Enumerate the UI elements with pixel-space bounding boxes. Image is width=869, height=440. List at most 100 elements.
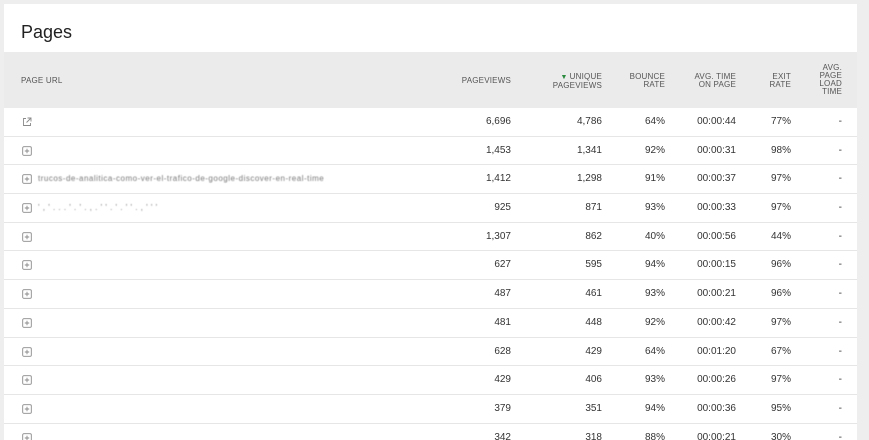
unique-pageviews-cell: 351 — [585, 402, 602, 414]
expand-plus-icon[interactable] — [22, 346, 32, 357]
exit-rate-cell: 96% — [770, 259, 791, 271]
avg-page-load-time-cell: - — [838, 316, 842, 328]
table-row[interactable]: 429 406 93% 00:00:26 97% - — [4, 366, 857, 395]
avg-time-on-page-cell: 00:00:42 — [697, 316, 736, 328]
external-link-icon[interactable] — [22, 117, 32, 127]
avg-page-load-time-cell: - — [838, 288, 842, 300]
unique-pageviews-cell: 318 — [585, 431, 602, 440]
table-row[interactable]: 627 595 94% 00:00:15 96% - — [4, 251, 857, 281]
avg-page-load-time-cell: - — [838, 345, 842, 357]
avg-time-on-page-cell: 00:00:31 — [697, 144, 736, 156]
pageviews-cell: 1,453 — [485, 144, 511, 156]
expand-plus-icon[interactable] — [22, 174, 32, 185]
avg-page-load-time-cell: - — [838, 431, 842, 440]
table-row[interactable]: 379 351 94% 00:00:36 95% - — [4, 395, 857, 424]
unique-pageviews-cell: 862 — [585, 230, 602, 242]
avg-page-load-time-cell: - — [838, 202, 842, 214]
expand-plus-icon[interactable] — [22, 289, 32, 299]
avg-page-load-time-cell: - — [838, 173, 842, 185]
table-row[interactable]: 1,453 1,341 92% 00:00:31 98% - — [4, 137, 857, 166]
table-row[interactable]: 487 461 93% 00:00:21 96% - — [4, 280, 857, 309]
page-url-cell[interactable]: ' , ' . . . ' . ' . , . ' ' . ' . ' ' . … — [38, 194, 418, 222]
exit-rate-cell: 96% — [770, 288, 791, 300]
exit-rate-cell: 97% — [770, 374, 791, 386]
expand-plus-icon[interactable] — [22, 231, 32, 242]
pageviews-cell: 379 — [494, 402, 511, 414]
bounce-rate-cell: 92% — [644, 316, 665, 328]
column-header-avg-page-load-time[interactable]: AVG. PAGE LOAD TIME — [819, 64, 842, 96]
expand-plus-icon[interactable] — [22, 375, 32, 385]
unique-pageviews-cell: 461 — [585, 288, 602, 300]
table-body: 6,696 4,786 64% 00:00:44 77% - 1,453 1,341 92% 00… — [4, 108, 857, 440]
exit-rate-cell: 77% — [770, 116, 791, 127]
unique-pageviews-cell: 4,786 — [576, 116, 602, 127]
expand-plus-icon[interactable] — [22, 318, 32, 328]
avg-time-on-page-cell: 00:00:21 — [697, 288, 736, 300]
avg-page-load-time-cell: - — [838, 259, 842, 271]
unique-pageviews-cell: 1,341 — [576, 144, 602, 156]
avg-time-on-page-cell: 00:00:37 — [697, 173, 736, 185]
avg-time-on-page-cell: 00:01:20 — [697, 345, 736, 357]
exit-rate-cell: 30% — [770, 431, 791, 440]
exit-rate-cell: 97% — [770, 173, 791, 185]
column-header-exit-rate[interactable]: EXIT RATE — [769, 73, 791, 89]
pageviews-cell: 628 — [494, 345, 511, 357]
bounce-rate-cell: 93% — [644, 288, 665, 300]
bounce-rate-cell: 88% — [644, 431, 665, 440]
expand-plus-icon[interactable] — [22, 145, 32, 156]
page-url-cell[interactable]: trucos-de-analitica-como-ver-el-trafico-… — [38, 165, 418, 193]
expand-plus-icon[interactable] — [22, 203, 32, 213]
table-row[interactable]: 1,307 862 40% 00:00:56 44% - — [4, 223, 857, 252]
table-row[interactable]: ' , ' . . . ' . ' . , . ' ' . ' . ' ' . … — [4, 194, 857, 223]
pageviews-cell: 429 — [494, 374, 511, 386]
pageviews-cell: 6,696 — [485, 116, 511, 127]
sort-descending-icon: ▼ — [560, 74, 568, 81]
table-row[interactable]: 481 448 92% 00:00:42 97% - — [4, 309, 857, 338]
column-header-page-url[interactable]: PAGE URL — [21, 77, 62, 85]
pageviews-cell: 925 — [494, 202, 511, 214]
table-row[interactable]: 342 318 88% 00:00:21 30% - — [4, 424, 857, 440]
unique-pageviews-cell: 871 — [585, 202, 602, 214]
table-header: PAGE URL PAGEVIEWS ▼ UNIQUE PAGEVIEWS BOU… — [4, 52, 857, 108]
column-header-avg-time-on-page[interactable]: AVG. TIME ON PAGE — [694, 73, 736, 89]
unique-pageviews-cell: 429 — [585, 345, 602, 357]
pageviews-cell: 1,412 — [485, 173, 511, 185]
avg-time-on-page-cell: 00:00:26 — [697, 374, 736, 386]
unique-pageviews-cell: 1,298 — [576, 173, 602, 185]
pageviews-cell: 1,307 — [485, 230, 511, 242]
exit-rate-cell: 97% — [770, 316, 791, 328]
expand-plus-icon[interactable] — [22, 404, 32, 414]
column-header-unique-pageviews[interactable]: ▼ UNIQUE PAGEVIEWS — [553, 73, 602, 90]
bounce-rate-cell: 64% — [644, 116, 665, 127]
table-row[interactable]: 6,696 4,786 64% 00:00:44 77% - — [4, 108, 857, 137]
exit-rate-cell: 67% — [770, 345, 791, 357]
exit-rate-cell: 95% — [770, 402, 791, 414]
expand-plus-icon[interactable] — [22, 432, 32, 440]
bounce-rate-cell: 94% — [644, 259, 665, 271]
column-header-pageviews[interactable]: PAGEVIEWS — [462, 77, 511, 85]
table-row[interactable]: trucos-de-analitica-como-ver-el-trafico-… — [4, 165, 857, 195]
avg-time-on-page-cell: 00:00:56 — [697, 230, 736, 242]
pageviews-cell: 627 — [494, 259, 511, 271]
column-header-bounce-rate[interactable]: BOUNCE RATE — [630, 73, 665, 89]
exit-rate-cell: 44% — [770, 230, 791, 242]
bounce-rate-cell: 40% — [644, 230, 665, 242]
unique-pageviews-cell: 448 — [585, 316, 602, 328]
bounce-rate-cell: 93% — [644, 202, 665, 214]
unique-pageviews-cell: 595 — [585, 259, 602, 271]
expand-plus-icon[interactable] — [22, 260, 32, 271]
avg-time-on-page-cell: 00:00:15 — [697, 259, 736, 271]
unique-pageviews-cell: 406 — [585, 374, 602, 386]
bounce-rate-cell: 91% — [644, 173, 665, 185]
avg-time-on-page-cell: 00:00:44 — [697, 116, 736, 127]
table-row[interactable]: 628 429 64% 00:01:20 67% - — [4, 338, 857, 367]
avg-time-on-page-cell: 00:00:33 — [697, 202, 736, 214]
page-title: Pages — [21, 22, 73, 42]
bounce-rate-cell: 92% — [644, 144, 665, 156]
avg-page-load-time-cell: - — [838, 374, 842, 386]
exit-rate-cell: 98% — [770, 144, 791, 156]
avg-time-on-page-cell: 00:00:21 — [697, 431, 736, 440]
exit-rate-cell: 97% — [770, 202, 791, 214]
avg-page-load-time-cell: - — [838, 402, 842, 414]
avg-page-load-time-cell: - — [838, 116, 842, 127]
